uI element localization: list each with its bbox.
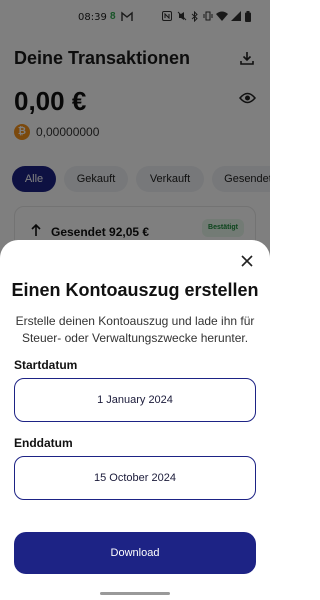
start-date-field[interactable]: 1 January 2024	[14, 378, 256, 422]
start-date-label: Startdatum	[14, 358, 78, 372]
close-icon[interactable]	[240, 254, 254, 268]
end-date-field[interactable]: 15 October 2024	[14, 456, 256, 500]
statement-bottom-sheet: Einen Kontoauszug erstellen Erstelle dei…	[0, 240, 270, 600]
home-indicator[interactable]	[100, 592, 170, 595]
sheet-description: Erstelle deinen Kontoauszug und lade ihn…	[15, 314, 255, 345]
sheet-title: Einen Kontoauszug erstellen	[11, 280, 259, 300]
end-date-label: Enddatum	[14, 436, 73, 450]
download-button[interactable]: Download	[14, 532, 256, 574]
